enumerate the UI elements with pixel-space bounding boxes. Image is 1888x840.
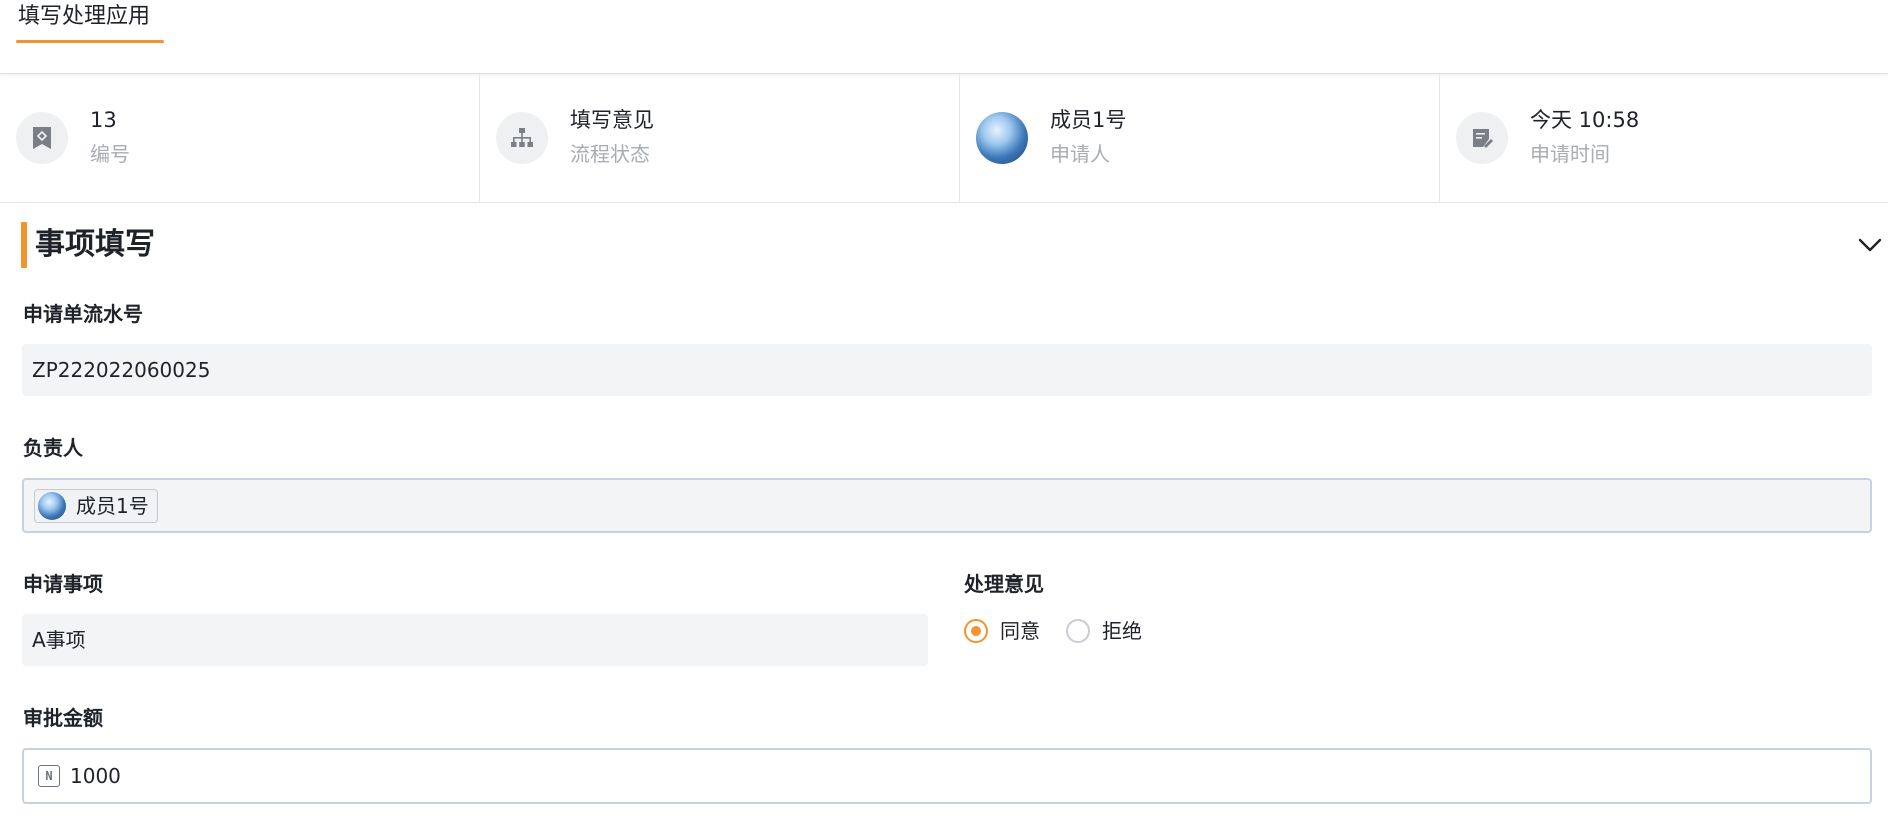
member-chip[interactable]: 成员1号 — [34, 488, 158, 523]
amount-label: 审批金额 — [23, 706, 103, 730]
radio-reject[interactable]: 拒绝 — [1066, 616, 1142, 646]
opinion-radio-group: 同意 拒绝 — [964, 616, 1168, 646]
matter-label: 申请事项 — [23, 572, 103, 596]
avatar — [38, 491, 66, 520]
serial-field: ZP222022060025 — [22, 344, 1872, 396]
flow-icon — [496, 112, 548, 164]
tab-fill-process-app[interactable]: 填写处理应用 — [16, 0, 152, 44]
status-value: 填写意见 — [570, 108, 654, 132]
owner-label: 负责人 — [23, 436, 83, 460]
section-accent-bar — [21, 222, 27, 268]
applicant-label: 申请人 — [1050, 142, 1110, 166]
info-time: 今天 10:58 申请时间 — [1440, 75, 1888, 203]
matter-value: A事项 — [32, 628, 86, 652]
edit-note-icon — [1456, 112, 1508, 164]
serial-label: 申请单流水号 — [23, 302, 143, 326]
avatar — [976, 112, 1028, 164]
number-type-icon: N — [38, 765, 60, 787]
status-label: 流程状态 — [570, 142, 650, 166]
info-strip: 13 编号 填写意见 流程状态 成员1号 申请人 今天 10:58 申请时间 — [0, 75, 1888, 203]
serial-value: ZP222022060025 — [32, 358, 211, 382]
tag-icon — [16, 112, 68, 164]
section-title: 事项填写 — [35, 227, 155, 262]
chevron-down-icon[interactable] — [1856, 231, 1884, 259]
opinion-label: 处理意见 — [964, 572, 1044, 596]
number-value: 13 — [90, 108, 117, 132]
radio-agree[interactable]: 同意 — [964, 616, 1040, 646]
time-label: 申请时间 — [1530, 142, 1610, 166]
amount-input[interactable]: N 1000 — [22, 748, 1872, 804]
info-status: 填写意见 流程状态 — [480, 75, 960, 203]
applicant-value: 成员1号 — [1050, 108, 1127, 132]
owner-field[interactable]: 成员1号 — [22, 478, 1872, 533]
member-chip-label: 成员1号 — [76, 493, 149, 518]
time-value: 今天 10:58 — [1530, 108, 1640, 132]
radio-agree-label: 同意 — [1000, 619, 1040, 643]
tab-bar: 填写处理应用 — [0, 0, 1888, 74]
applicant-avatar-image — [976, 112, 1028, 164]
active-tab-indicator — [16, 40, 164, 43]
radio-checked-icon[interactable] — [964, 619, 988, 643]
number-label: 编号 — [90, 142, 130, 166]
amount-value: 1000 — [70, 764, 121, 788]
radio-reject-label: 拒绝 — [1102, 619, 1142, 643]
matter-field: A事项 — [22, 614, 928, 666]
info-applicant: 成员1号 申请人 — [960, 75, 1440, 203]
radio-unchecked-icon[interactable] — [1066, 619, 1090, 643]
info-number: 13 编号 — [0, 75, 480, 203]
